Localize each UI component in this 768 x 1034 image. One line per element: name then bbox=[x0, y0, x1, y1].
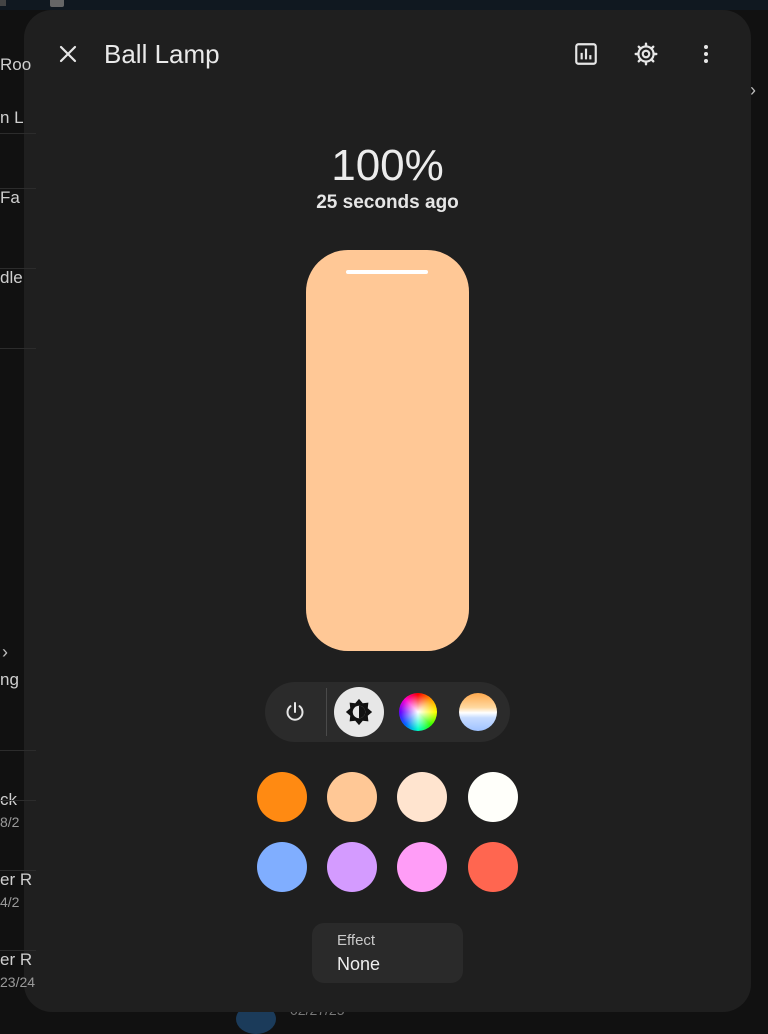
background-divider bbox=[0, 268, 36, 269]
effect-select[interactable]: Effect None bbox=[312, 923, 463, 983]
background-divider bbox=[0, 800, 36, 801]
favorite-color-swatch[interactable] bbox=[257, 772, 307, 822]
background-list-item[interactable]: 8/2 bbox=[0, 814, 36, 830]
favorite-color-swatch[interactable] bbox=[468, 842, 518, 892]
background-list-item[interactable]: dle bbox=[0, 268, 36, 288]
color-temperature-icon bbox=[459, 693, 497, 731]
background-divider bbox=[0, 870, 36, 871]
chevron-right-icon[interactable]: › bbox=[2, 642, 8, 663]
favorite-color-swatch[interactable] bbox=[327, 842, 377, 892]
background-list-item[interactable]: ng bbox=[0, 670, 36, 690]
last-changed: 25 seconds ago bbox=[316, 192, 459, 213]
gear-icon bbox=[634, 42, 658, 66]
chart-box-icon bbox=[575, 43, 597, 65]
brightness-slider[interactable] bbox=[306, 250, 469, 651]
more-info-dialog: Ball Lamp 100% 25 seconds ago Effect Non… bbox=[24, 10, 751, 1012]
brightness-slider-fill bbox=[306, 250, 469, 651]
background-list-item[interactable]: 4/2 bbox=[0, 894, 36, 910]
background-list-item[interactable]: Fa bbox=[0, 188, 36, 208]
background-divider bbox=[0, 188, 36, 189]
close-button[interactable] bbox=[48, 34, 88, 74]
mode-divider bbox=[326, 688, 327, 736]
background-divider bbox=[0, 750, 36, 751]
background-top-bar bbox=[0, 0, 768, 10]
effect-value: None bbox=[337, 954, 381, 974]
color-wheel-icon bbox=[399, 693, 437, 731]
background-tab[interactable] bbox=[50, 0, 64, 7]
power-icon bbox=[286, 702, 304, 721]
background-divider bbox=[0, 950, 36, 951]
background-list-item[interactable]: 23/24 bbox=[0, 974, 36, 990]
favorite-color-swatch[interactable] bbox=[327, 772, 377, 822]
history-button[interactable] bbox=[566, 34, 606, 74]
power-toggle-button[interactable] bbox=[271, 688, 319, 736]
background-tab-indicator bbox=[0, 0, 6, 6]
overflow-menu-button[interactable] bbox=[686, 34, 726, 74]
dots-vertical-icon bbox=[704, 45, 708, 63]
favorite-color-swatch[interactable] bbox=[468, 772, 518, 822]
settings-button[interactable] bbox=[626, 34, 666, 74]
favorite-color-swatch[interactable] bbox=[397, 842, 447, 892]
dialog-title: Ball Lamp bbox=[104, 39, 220, 69]
brightness-icon bbox=[345, 698, 373, 726]
control-mode-bar bbox=[265, 682, 510, 742]
background-divider bbox=[0, 133, 36, 134]
brightness-value: 100% bbox=[331, 141, 444, 190]
effect-label: Effect bbox=[337, 932, 376, 949]
brightness-mode-button[interactable] bbox=[334, 687, 384, 737]
background-list-item[interactable]: n L bbox=[0, 108, 36, 128]
background-list-item[interactable]: er R bbox=[0, 870, 36, 890]
color-mode-button[interactable] bbox=[394, 688, 442, 736]
close-icon bbox=[59, 45, 77, 63]
background-divider bbox=[0, 348, 36, 349]
background-list-item[interactable]: Roo bbox=[0, 55, 36, 75]
favorite-color-swatch[interactable] bbox=[397, 772, 447, 822]
color-temperature-mode-button[interactable] bbox=[454, 688, 502, 736]
background-list-item[interactable]: er R bbox=[0, 950, 36, 970]
favorite-color-swatch[interactable] bbox=[257, 842, 307, 892]
brightness-slider-handle[interactable] bbox=[346, 270, 428, 274]
